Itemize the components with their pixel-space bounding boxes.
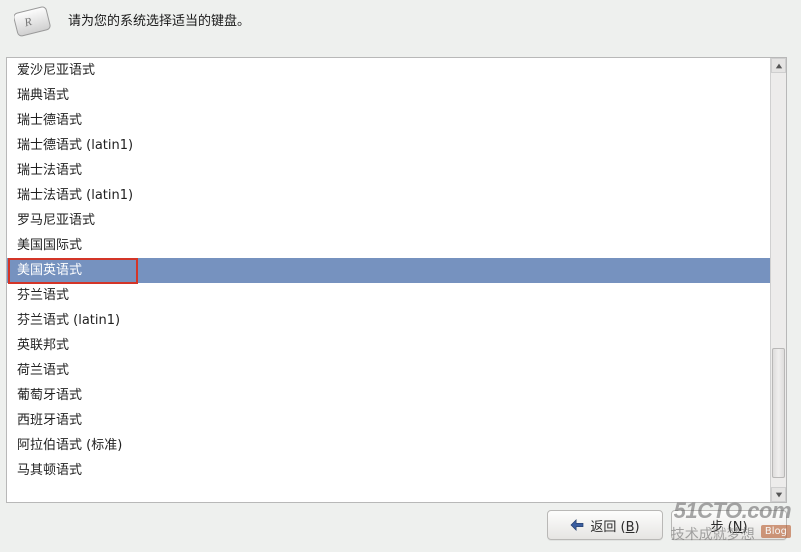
- list-item[interactable]: 芬兰语式 (latin1): [7, 308, 770, 333]
- scroll-up-button[interactable]: [771, 58, 786, 73]
- list-item[interactable]: 爱沙尼亚语式: [7, 58, 770, 83]
- list-item[interactable]: 英联邦式: [7, 333, 770, 358]
- scroll-down-button[interactable]: [771, 487, 786, 502]
- list-item[interactable]: 罗马尼亚语式: [7, 208, 770, 233]
- prompt-text: 请为您的系统选择适当的键盘。: [68, 6, 250, 29]
- list-item[interactable]: 瑞士德语式: [7, 108, 770, 133]
- scroll-thumb[interactable]: [772, 348, 785, 478]
- list-item[interactable]: 西班牙语式: [7, 408, 770, 433]
- back-button-label: 返回 (B): [590, 516, 639, 535]
- wizard-button-bar: 返回 (B) 步 (N): [547, 510, 787, 540]
- list-item[interactable]: 荷兰语式: [7, 358, 770, 383]
- keyboard-icon: R: [14, 6, 54, 40]
- keyboard-list[interactable]: 爱沙尼亚语式瑞典语式瑞士德语式瑞士德语式 (latin1)瑞士法语式瑞士法语式 …: [7, 58, 770, 502]
- list-item[interactable]: 美国国际式: [7, 233, 770, 258]
- list-item[interactable]: 芬兰语式: [7, 283, 770, 308]
- list-item[interactable]: 马其顿语式: [7, 458, 770, 483]
- next-button[interactable]: 步 (N): [671, 510, 787, 540]
- scrollbar-vertical[interactable]: [770, 58, 786, 502]
- keyboard-list-frame: 爱沙尼亚语式瑞典语式瑞士德语式瑞士德语式 (latin1)瑞士法语式瑞士法语式 …: [6, 57, 787, 503]
- list-item[interactable]: 瑞典语式: [7, 83, 770, 108]
- arrow-left-icon: [570, 519, 584, 531]
- list-item[interactable]: 美国英语式: [7, 258, 770, 283]
- list-item[interactable]: 瑞士法语式 (latin1): [7, 183, 770, 208]
- list-item[interactable]: 瑞士法语式: [7, 158, 770, 183]
- list-item[interactable]: 阿拉伯语式 (标准): [7, 433, 770, 458]
- header: R 请为您的系统选择适当的键盘。: [0, 0, 801, 50]
- back-button[interactable]: 返回 (B): [547, 510, 663, 540]
- list-item[interactable]: 瑞士德语式 (latin1): [7, 133, 770, 158]
- next-button-label: 步 (N): [710, 516, 747, 535]
- list-item[interactable]: 葡萄牙语式: [7, 383, 770, 408]
